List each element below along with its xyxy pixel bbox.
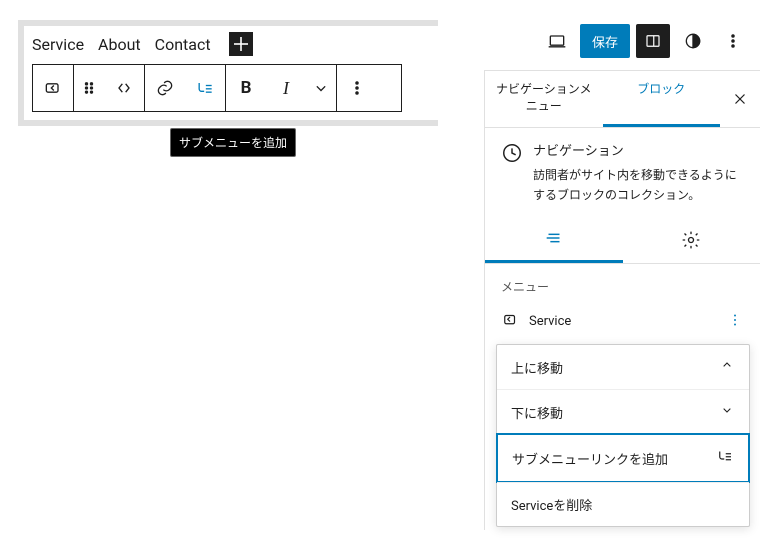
link-icon[interactable] bbox=[145, 65, 185, 111]
block-title: ナビゲーション bbox=[533, 142, 744, 163]
chevron-up-icon bbox=[719, 357, 735, 377]
chevron-down-icon bbox=[719, 402, 735, 422]
tab-nav-menu[interactable]: ナビゲーションメニュー bbox=[485, 71, 603, 127]
menu-item-service[interactable]: Service bbox=[501, 305, 744, 339]
dropdown-remove-label: Serviceを削除 bbox=[511, 495, 592, 514]
nav-item-about[interactable]: About bbox=[98, 35, 141, 54]
sidebar-toggle-icon[interactable] bbox=[636, 24, 670, 58]
add-submenu-icon[interactable] bbox=[185, 65, 225, 111]
block-type-icon[interactable] bbox=[33, 65, 73, 111]
dropdown-remove[interactable]: Serviceを削除 bbox=[497, 482, 749, 526]
top-toolbar: 保存 bbox=[540, 24, 750, 58]
block-description: 訪問者がサイト内を移動できるようにするブロックのコレクション。 bbox=[533, 166, 744, 204]
menu-section: メニュー Service bbox=[485, 264, 760, 353]
subtab-settings-icon[interactable] bbox=[623, 217, 760, 263]
menu-item-dropdown: 上に移動 下に移動 サブメニューリンクを追加 Serviceを削除 bbox=[496, 344, 750, 527]
nav-item-contact[interactable]: Contact bbox=[155, 35, 211, 54]
more-options-icon[interactable] bbox=[337, 65, 377, 111]
bold-button[interactable]: B bbox=[226, 65, 266, 111]
canvas-frame: Service About Contact bbox=[18, 20, 438, 126]
kebab-menu-icon[interactable] bbox=[716, 24, 750, 58]
italic-button[interactable]: I bbox=[266, 65, 306, 111]
menu-heading: メニュー bbox=[501, 278, 744, 295]
page-icon bbox=[501, 311, 519, 333]
device-preview-icon[interactable] bbox=[540, 24, 574, 58]
save-button[interactable]: 保存 bbox=[580, 24, 630, 58]
tab-block[interactable]: ブロック bbox=[603, 71, 721, 127]
move-arrows-icon[interactable] bbox=[104, 65, 144, 111]
add-block-button[interactable] bbox=[229, 32, 253, 56]
menu-item-more-icon[interactable] bbox=[726, 311, 744, 333]
more-format-chevron-icon[interactable] bbox=[306, 65, 336, 111]
dropdown-move-down-label: 下に移動 bbox=[511, 403, 563, 422]
dropdown-move-up[interactable]: 上に移動 bbox=[497, 345, 749, 389]
sidebar-tabs: ナビゲーションメニュー ブロック bbox=[485, 71, 760, 128]
navigation-block[interactable]: Service About Contact bbox=[24, 26, 438, 60]
dropdown-add-submenu[interactable]: サブメニューリンクを追加 bbox=[496, 433, 750, 483]
nav-item-service[interactable]: Service bbox=[32, 35, 84, 54]
dropdown-move-down[interactable]: 下に移動 bbox=[497, 389, 749, 434]
drag-handle-icon[interactable] bbox=[74, 65, 104, 111]
block-toolbar: B I bbox=[32, 64, 402, 112]
submenu-icon bbox=[716, 447, 734, 469]
dropdown-add-submenu-label: サブメニューリンクを追加 bbox=[512, 449, 668, 468]
dropdown-move-up-label: 上に移動 bbox=[511, 358, 563, 377]
subtab-list-icon[interactable] bbox=[485, 217, 623, 263]
menu-item-label: Service bbox=[529, 314, 571, 329]
tooltip: サブメニューを追加 bbox=[170, 128, 296, 157]
block-subtabs bbox=[485, 217, 760, 264]
block-info: ナビゲーション 訪問者がサイト内を移動できるようにするブロックのコレクション。 bbox=[485, 128, 760, 217]
editor-canvas: Service About Contact bbox=[18, 20, 438, 126]
close-sidebar-icon[interactable] bbox=[720, 71, 760, 127]
navigation-block-icon bbox=[501, 142, 523, 205]
styles-icon[interactable] bbox=[676, 24, 710, 58]
